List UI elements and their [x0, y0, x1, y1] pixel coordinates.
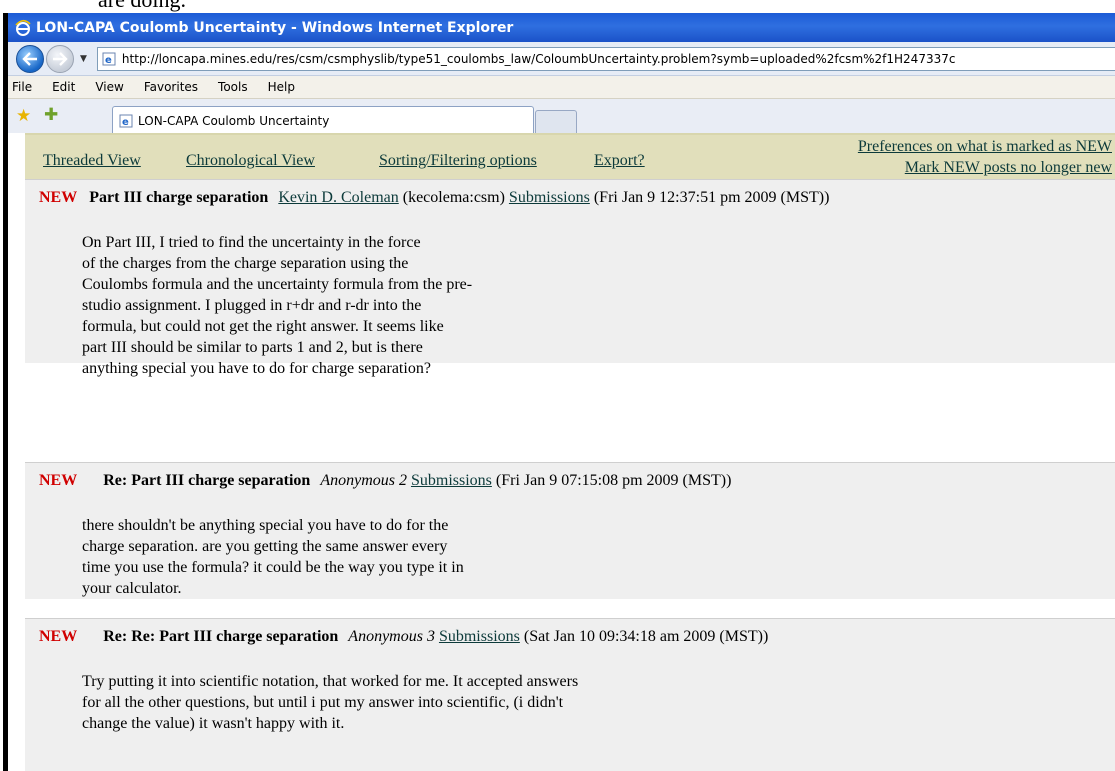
page-content: Threaded View Chronological View Sorting…	[8, 133, 1115, 771]
window-title: LON-CAPA Coulomb Uncertainty - Windows I…	[36, 19, 514, 36]
post-header: NEW Part III charge separation Kevin D. …	[39, 189, 829, 207]
submissions-link[interactable]: Submissions	[509, 189, 590, 206]
body-line: part III should be similar to parts 1 an…	[82, 339, 423, 356]
post-body: Try putting it into scientific notation,…	[82, 671, 762, 734]
new-tab-button[interactable]	[535, 110, 577, 133]
toolbar-right: Preferences on what is marked as NEW Mar…	[858, 136, 1112, 178]
new-badge: NEW	[39, 189, 78, 206]
body-line: charge separation. are you getting the s…	[82, 538, 448, 555]
new-badge: NEW	[39, 628, 78, 645]
new-badge: NEW	[39, 472, 78, 489]
body-line: anything special you have to do for char…	[82, 360, 431, 377]
post-1: NEW Part III charge separation Kevin D. …	[25, 179, 1115, 377]
url-field[interactable]: e http://loncapa.mines.edu/res/csm/csmph…	[96, 46, 1115, 71]
forward-arrow-icon	[53, 51, 68, 66]
post-title: Re: Re: Part III charge separation	[103, 628, 339, 645]
tab-current[interactable]: e LON-CAPA Coulomb Uncertainty	[112, 106, 534, 134]
history-dropdown-icon[interactable]: ▼	[80, 54, 87, 64]
submissions-link[interactable]: Submissions	[411, 472, 492, 489]
left-gutter	[8, 133, 25, 771]
tab-page-icon: e	[119, 114, 133, 128]
post-header: NEW Re: Part III charge separation Anony…	[39, 472, 731, 490]
menu-tools[interactable]: Tools	[208, 80, 258, 94]
post-timestamp: (Fri Jan 9 12:37:51 pm 2009 (MST))	[593, 189, 830, 206]
body-line: time you use the formula? it could be th…	[82, 559, 464, 576]
post-body: On Part III, I tried to find the uncerta…	[82, 232, 542, 379]
ie-logo-icon	[14, 19, 32, 37]
body-line: Coulombs formula and the uncertainty for…	[82, 276, 473, 293]
body-line: formula, but could not get the right ans…	[82, 318, 444, 335]
sorting-filtering-link[interactable]: Sorting/Filtering options	[379, 152, 537, 170]
body-line: studio assignment. I plugged in r+dr and…	[82, 297, 422, 314]
svg-text:e: e	[105, 55, 112, 66]
body-line: On Part III, I tried to find the uncerta…	[82, 234, 421, 251]
menu-view[interactable]: View	[85, 80, 133, 94]
preferences-new-link[interactable]: Preferences on what is marked as NEW	[858, 138, 1112, 155]
add-favorites-icon[interactable]: ✚	[44, 105, 58, 125]
menu-edit[interactable]: Edit	[42, 80, 85, 94]
menu-favorites[interactable]: Favorites	[134, 80, 208, 94]
tab-bar: ★ ✚ e LON-CAPA Coulomb Uncertainty	[8, 99, 1115, 134]
body-line: for all the other questions, but until i…	[82, 694, 564, 711]
body-line: of the charges from the charge separatio…	[82, 255, 409, 272]
discussion-toolbar: Threaded View Chronological View Sorting…	[25, 133, 1115, 181]
tab-label: LON-CAPA Coulomb Uncertainty	[138, 113, 330, 128]
body-line: Try putting it into scientific notation,…	[82, 673, 579, 690]
author-id: (kecolema:csm)	[402, 189, 505, 206]
post-title: Part III charge separation	[89, 189, 269, 206]
back-arrow-icon	[22, 51, 37, 66]
menu-file[interactable]: File	[8, 80, 42, 94]
browser-window: LON-CAPA Coulomb Uncertainty - Windows I…	[3, 13, 1115, 771]
post-title: Re: Part III charge separation	[103, 472, 311, 489]
title-bar: LON-CAPA Coulomb Uncertainty - Windows I…	[8, 13, 1115, 42]
body-line: your calculator.	[82, 580, 182, 597]
author-name: Anonymous 2	[320, 472, 407, 489]
document-text-fragment: are doing.	[98, 0, 186, 13]
forward-button[interactable]	[46, 44, 74, 73]
submissions-link[interactable]: Submissions	[439, 628, 520, 645]
post-body: there shouldn't be anything special you …	[82, 515, 542, 599]
export-link[interactable]: Export?	[594, 152, 645, 170]
favorites-star-icon[interactable]: ★	[16, 106, 31, 126]
body-line: there shouldn't be anything special you …	[82, 517, 449, 534]
chronological-view-link[interactable]: Chronological View	[186, 152, 315, 170]
page-icon: e	[102, 52, 116, 66]
post-timestamp: (Fri Jan 9 07:15:08 pm 2009 (MST))	[495, 472, 732, 489]
post-timestamp: (Sat Jan 10 09:34:18 am 2009 (MST))	[523, 628, 769, 645]
menu-bar: File Edit View Favorites Tools Help	[8, 76, 1115, 99]
address-bar: ▼ e http://loncapa.mines.edu/res/csm/csm…	[8, 42, 1115, 76]
menu-help[interactable]: Help	[258, 80, 305, 94]
post-header: NEW Re: Re: Part III charge separation A…	[39, 628, 768, 646]
threaded-view-link[interactable]: Threaded View	[43, 152, 141, 170]
author-name: Anonymous 3	[348, 628, 435, 645]
mark-new-link[interactable]: Mark NEW posts no longer new	[905, 159, 1112, 176]
post-3: NEW Re: Re: Part III charge separation A…	[25, 618, 1115, 771]
back-button[interactable]	[16, 44, 44, 73]
body-line: change the value) it wasn't happy with i…	[82, 715, 345, 732]
svg-text:e: e	[122, 117, 129, 128]
author-link[interactable]: Kevin D. Coleman	[278, 189, 398, 206]
post-2: NEW Re: Part III charge separation Anony…	[25, 462, 1115, 599]
url-text: http://loncapa.mines.edu/res/csm/csmphys…	[121, 51, 956, 66]
